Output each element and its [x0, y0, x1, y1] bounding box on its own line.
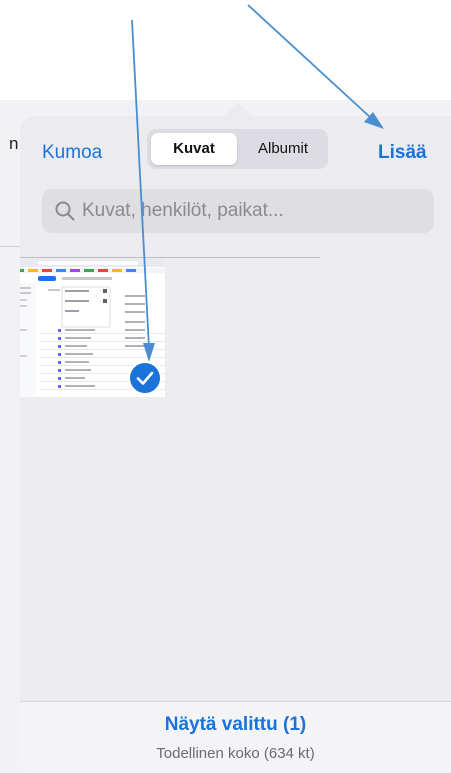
background-divider [0, 246, 20, 247]
segmented-control: Kuvat Albumit [147, 129, 328, 169]
bottom-bar: Näytä valittu (1) Todellinen koko (634 k… [20, 701, 451, 772]
add-button[interactable]: Lisää [378, 142, 427, 164]
background-partial-text: n [9, 134, 19, 153]
search-field[interactable] [42, 189, 434, 233]
selected-checkmark[interactable] [128, 361, 162, 395]
actual-size-label: Todellinen koko (634 kt) [156, 745, 315, 762]
cancel-button[interactable]: Kumoa [42, 142, 102, 164]
checkmark-icon [136, 371, 154, 385]
photo-picker-popover: Kumoa Kuvat Albumit Lisää Kuvat, henkilö… [20, 116, 451, 772]
search-input[interactable] [82, 199, 422, 223]
show-selected-button[interactable]: Näytä valittu (1) [20, 714, 451, 736]
popover-notch [224, 102, 252, 116]
grid-divider [20, 257, 320, 258]
search-icon [54, 200, 76, 227]
tab-albumit[interactable]: Albumit [241, 133, 325, 165]
tab-kuvat[interactable]: Kuvat [151, 133, 237, 165]
